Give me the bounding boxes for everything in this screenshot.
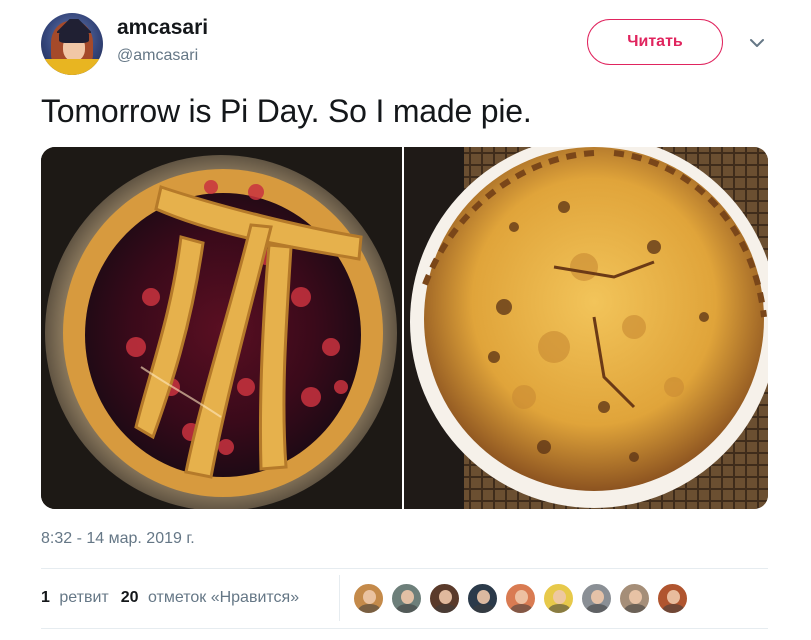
tweet-text: Tomorrow is Pi Day. So I made pie.	[41, 93, 532, 129]
author-handle[interactable]: @amcasari	[117, 47, 198, 65]
stats-separator	[339, 575, 340, 621]
pot-pie-photo[interactable]	[404, 147, 768, 509]
liker-avatar[interactable]	[581, 583, 612, 614]
retweet-count: 1	[41, 589, 50, 606]
liker-avatar[interactable]	[657, 583, 688, 614]
liker-avatars	[353, 583, 688, 614]
follow-button[interactable]: Читать	[587, 19, 723, 65]
divider	[41, 568, 768, 569]
like-count: 20	[120, 589, 139, 606]
liker-avatar[interactable]	[619, 583, 650, 614]
retweet-stat[interactable]: 1 ретвит	[41, 589, 109, 607]
liker-avatar[interactable]	[391, 583, 422, 614]
liker-avatar[interactable]	[505, 583, 536, 614]
retweet-label: ретвит	[59, 589, 109, 606]
cherry-pie-photo[interactable]	[41, 147, 402, 509]
like-label: отметок «Нравится»	[147, 589, 300, 606]
liker-avatar[interactable]	[543, 583, 574, 614]
tweet-media	[41, 147, 768, 509]
avatar[interactable]	[41, 13, 103, 75]
liker-avatar[interactable]	[353, 583, 384, 614]
tweet-timestamp[interactable]: 8:32 - 14 мар. 2019 г.	[41, 530, 195, 548]
liker-avatar[interactable]	[429, 583, 460, 614]
liker-avatar[interactable]	[467, 583, 498, 614]
chevron-down-icon[interactable]	[746, 32, 768, 54]
divider	[41, 628, 768, 629]
author-display-name[interactable]: amcasari	[117, 16, 208, 40]
like-stat[interactable]: 20 отметок «Нравится»	[121, 589, 299, 607]
tweet-stats: 1 ретвит 20 отметок «Нравится»	[41, 589, 299, 607]
